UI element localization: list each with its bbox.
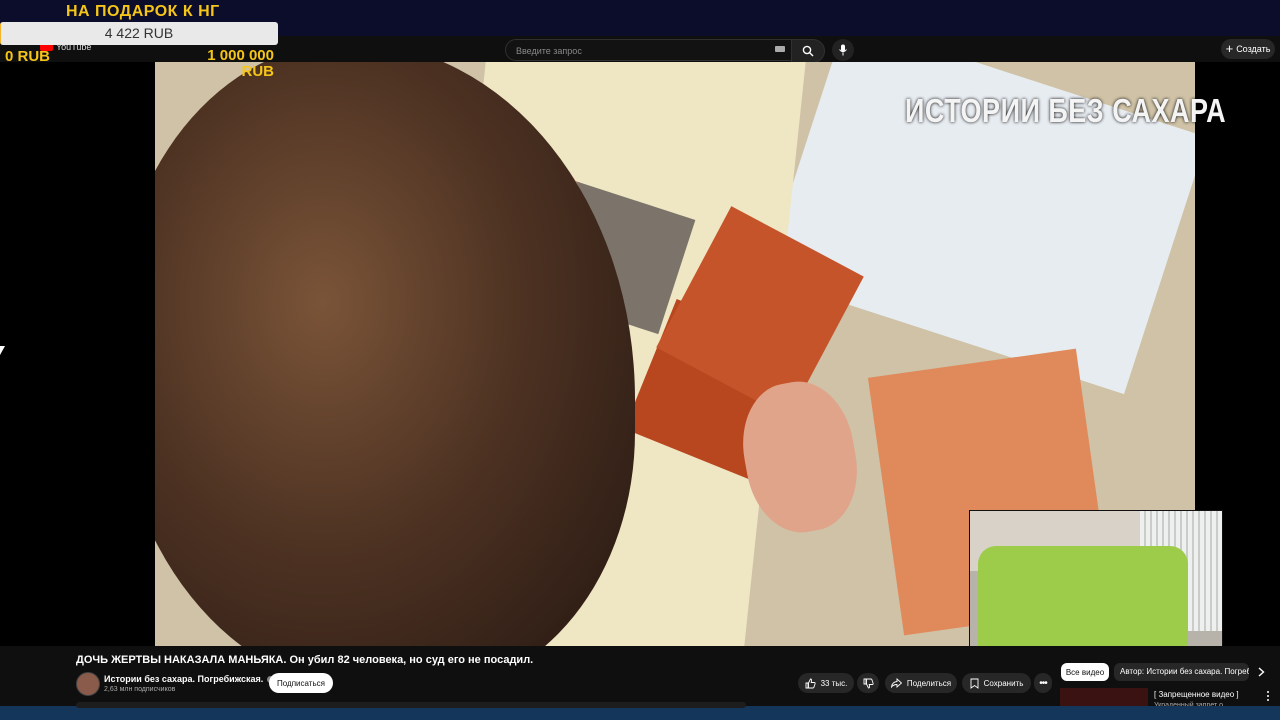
create-button[interactable]: + Создать — [1221, 39, 1275, 59]
microphone-icon — [839, 44, 847, 56]
webcam-bed — [978, 546, 1188, 646]
donation-min-amount: 0 RUB — [5, 48, 51, 65]
streamer-webcam-overlay — [969, 510, 1223, 646]
like-count: 33 тыс. — [820, 678, 848, 688]
save-button[interactable]: Сохранить — [962, 673, 1031, 693]
video-title: ДОЧЬ ЖЕРТВЫ НАКАЗАЛА МАНЬЯКА. Он убил 82… — [76, 654, 534, 666]
thumbs-down-icon — [863, 678, 874, 688]
share-button[interactable]: Поделиться — [885, 673, 957, 693]
channel-avatar[interactable] — [76, 672, 100, 696]
subscribe-button[interactable]: Подписаться — [269, 673, 333, 693]
plus-icon: + — [1225, 41, 1234, 56]
more-actions-button[interactable]: ••• — [1034, 673, 1052, 693]
share-icon — [890, 678, 902, 688]
keyboard-icon[interactable] — [775, 46, 785, 52]
save-label: Сохранить — [983, 678, 1024, 688]
subscriber-count: 2,63 млн подписчиков — [104, 686, 176, 693]
more-dots-icon: ••• — [1039, 677, 1047, 689]
comment-bar — [76, 702, 746, 708]
dislike-button[interactable] — [857, 673, 879, 693]
donation-current-amount: 4 422 RUB — [104, 25, 174, 41]
donation-progress-bar: 4 422 RUB — [0, 22, 278, 45]
bookmark-icon — [970, 678, 979, 689]
search-input[interactable] — [514, 40, 758, 62]
donation-max-label: 1 000 000 RUB — [207, 47, 274, 80]
search-icon — [802, 45, 814, 57]
bottom-band — [0, 702, 1280, 720]
channel-watermark: ИСТОРИИ БЕЗ САХАРА — [905, 92, 1227, 130]
mouse-cursor-icon — [0, 346, 5, 355]
create-label: Создать — [1236, 44, 1271, 54]
thumbs-up-icon — [805, 678, 816, 688]
channel-name-text[interactable]: Истории без сахара. Погребижская. — [104, 674, 263, 684]
chips-next-button[interactable] — [1252, 663, 1270, 681]
donation-goal-title: НА ПОДАРОК К НГ — [66, 3, 220, 20]
chevron-right-icon — [1258, 667, 1265, 677]
donation-max-amount: 1 000 000 RUB — [194, 48, 274, 80]
donation-goal-widget: НА ПОДАРОК К НГ 4 422 RUB 0 RUB 1 000 00… — [0, 0, 280, 82]
chip-all-videos[interactable]: Все видео — [1061, 663, 1109, 681]
recommended-video-title[interactable]: [ Запрещенное видео ] — [1154, 690, 1239, 699]
recommended-more-icon[interactable] — [1265, 690, 1271, 702]
channel-name[interactable]: Истории без сахара. Погребижская. — [104, 674, 275, 684]
search-box — [505, 39, 792, 62]
voice-search-button[interactable] — [832, 39, 854, 61]
share-label: Поделиться — [906, 678, 952, 688]
chip-by-author[interactable]: Автор: Истории без сахара. Погребижская. — [1114, 663, 1249, 681]
search-button[interactable] — [791, 39, 825, 63]
like-button[interactable]: 33 тыс. — [798, 673, 854, 693]
video-player[interactable]: ИСТОРИИ БЕЗ САХАРА — [0, 62, 1280, 646]
